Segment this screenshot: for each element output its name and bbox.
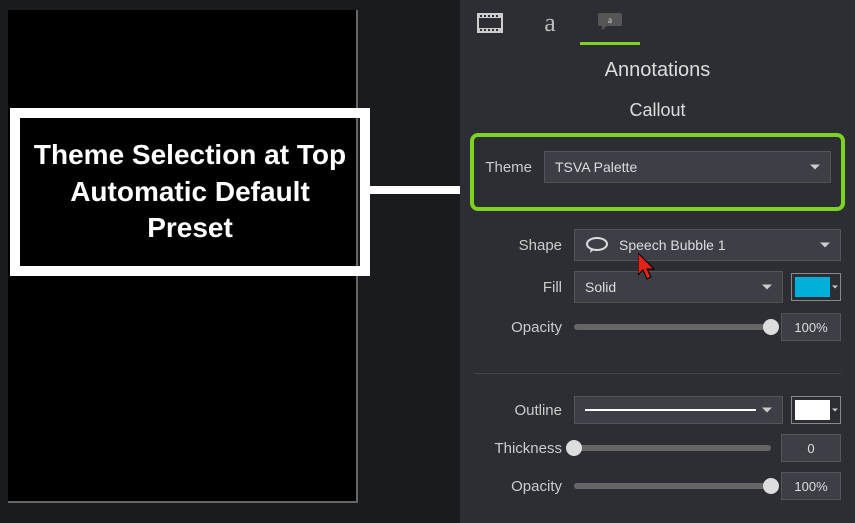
tab-media[interactable] (460, 0, 520, 45)
fill-dropdown[interactable]: Solid (574, 271, 783, 303)
outline-color-swatch[interactable] (791, 396, 841, 424)
chevron-down-icon (810, 165, 820, 170)
theme-dropdown[interactable]: TSVA Palette (544, 151, 831, 183)
outline-opacity-slider[interactable] (574, 483, 771, 489)
thickness-slider[interactable] (574, 445, 771, 451)
fill-opacity-label: Opacity (474, 319, 574, 336)
slider-thumb[interactable] (566, 440, 582, 456)
fill-dropdown-value: Solid (585, 279, 616, 295)
line-preview-icon (585, 409, 756, 411)
callout-text: Theme Selection at Top Automatic Default… (20, 127, 360, 256)
slider-thumb[interactable] (763, 319, 779, 335)
thickness-label: Thickness (474, 440, 574, 457)
outline-style-dropdown[interactable] (574, 396, 783, 424)
tab-bar: a a (460, 0, 855, 45)
chevron-down-icon (820, 243, 830, 248)
canvas-area[interactable]: Theme Selection at Top Automatic Default… (0, 0, 455, 523)
tab-annotations[interactable]: a (580, 0, 640, 45)
speech-bubble-icon (585, 236, 609, 254)
fill-label: Fill (474, 279, 574, 296)
chevron-down-icon (832, 409, 838, 412)
theme-label: Theme (484, 159, 544, 176)
theme-dropdown-value: TSVA Palette (555, 159, 637, 175)
divider (474, 373, 841, 374)
letter-a-icon: a (544, 8, 556, 38)
slider-thumb[interactable] (763, 478, 779, 494)
tab-text[interactable]: a (520, 0, 580, 45)
shape-label: Shape (474, 237, 574, 254)
fill-color-preview (795, 277, 830, 297)
theme-highlight-box: Theme TSVA Palette (470, 133, 845, 211)
chevron-down-icon (762, 285, 772, 290)
panel-heading: Annotations (460, 45, 855, 92)
filmstrip-icon (477, 13, 503, 33)
outline-label: Outline (474, 402, 574, 419)
shape-dropdown-value: Speech Bubble 1 (619, 237, 726, 253)
fill-opacity-slider[interactable] (574, 324, 771, 330)
chevron-down-icon (832, 286, 838, 289)
shape-dropdown[interactable]: Speech Bubble 1 (574, 229, 841, 261)
svg-text:a: a (608, 15, 612, 25)
chevron-down-icon (762, 408, 772, 413)
thickness-value[interactable]: 0 (781, 434, 841, 462)
callout-icon: a (596, 11, 624, 31)
fill-color-swatch[interactable] (791, 273, 841, 301)
properties-panel: a a Annotations Callout Theme TSVA Palet… (460, 0, 855, 523)
fill-opacity-value[interactable]: 100% (781, 313, 841, 341)
callout-annotation[interactable]: Theme Selection at Top Automatic Default… (10, 108, 370, 276)
outline-color-preview (795, 400, 830, 420)
outline-opacity-value[interactable]: 100% (781, 472, 841, 500)
outline-opacity-label: Opacity (474, 478, 574, 495)
panel-subheading: Callout (460, 92, 855, 133)
